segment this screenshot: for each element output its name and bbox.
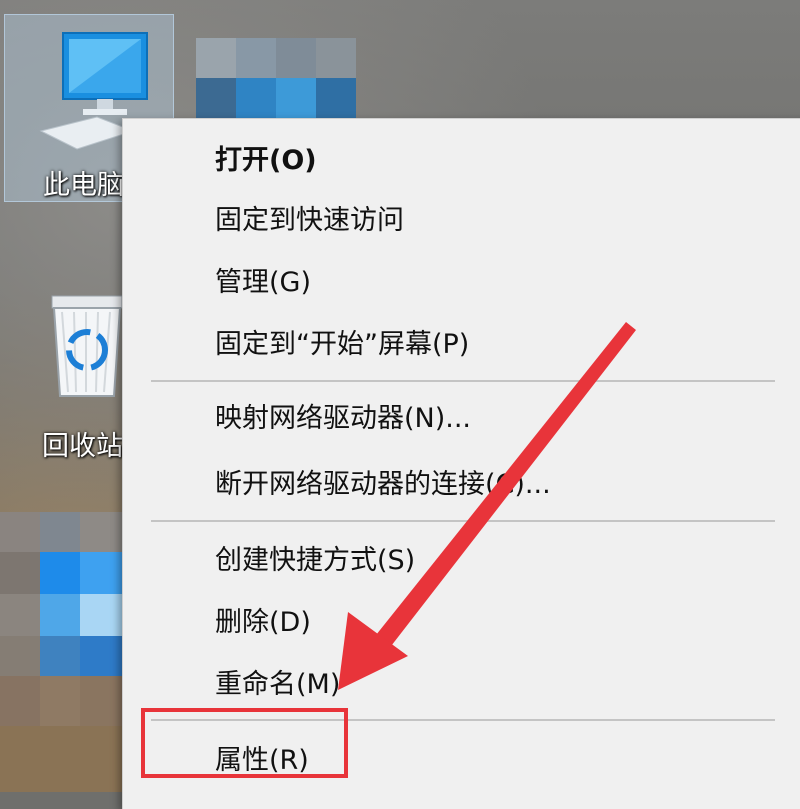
- annotation-highlight-box: [141, 708, 348, 778]
- annotation-arrow-icon: [338, 322, 636, 690]
